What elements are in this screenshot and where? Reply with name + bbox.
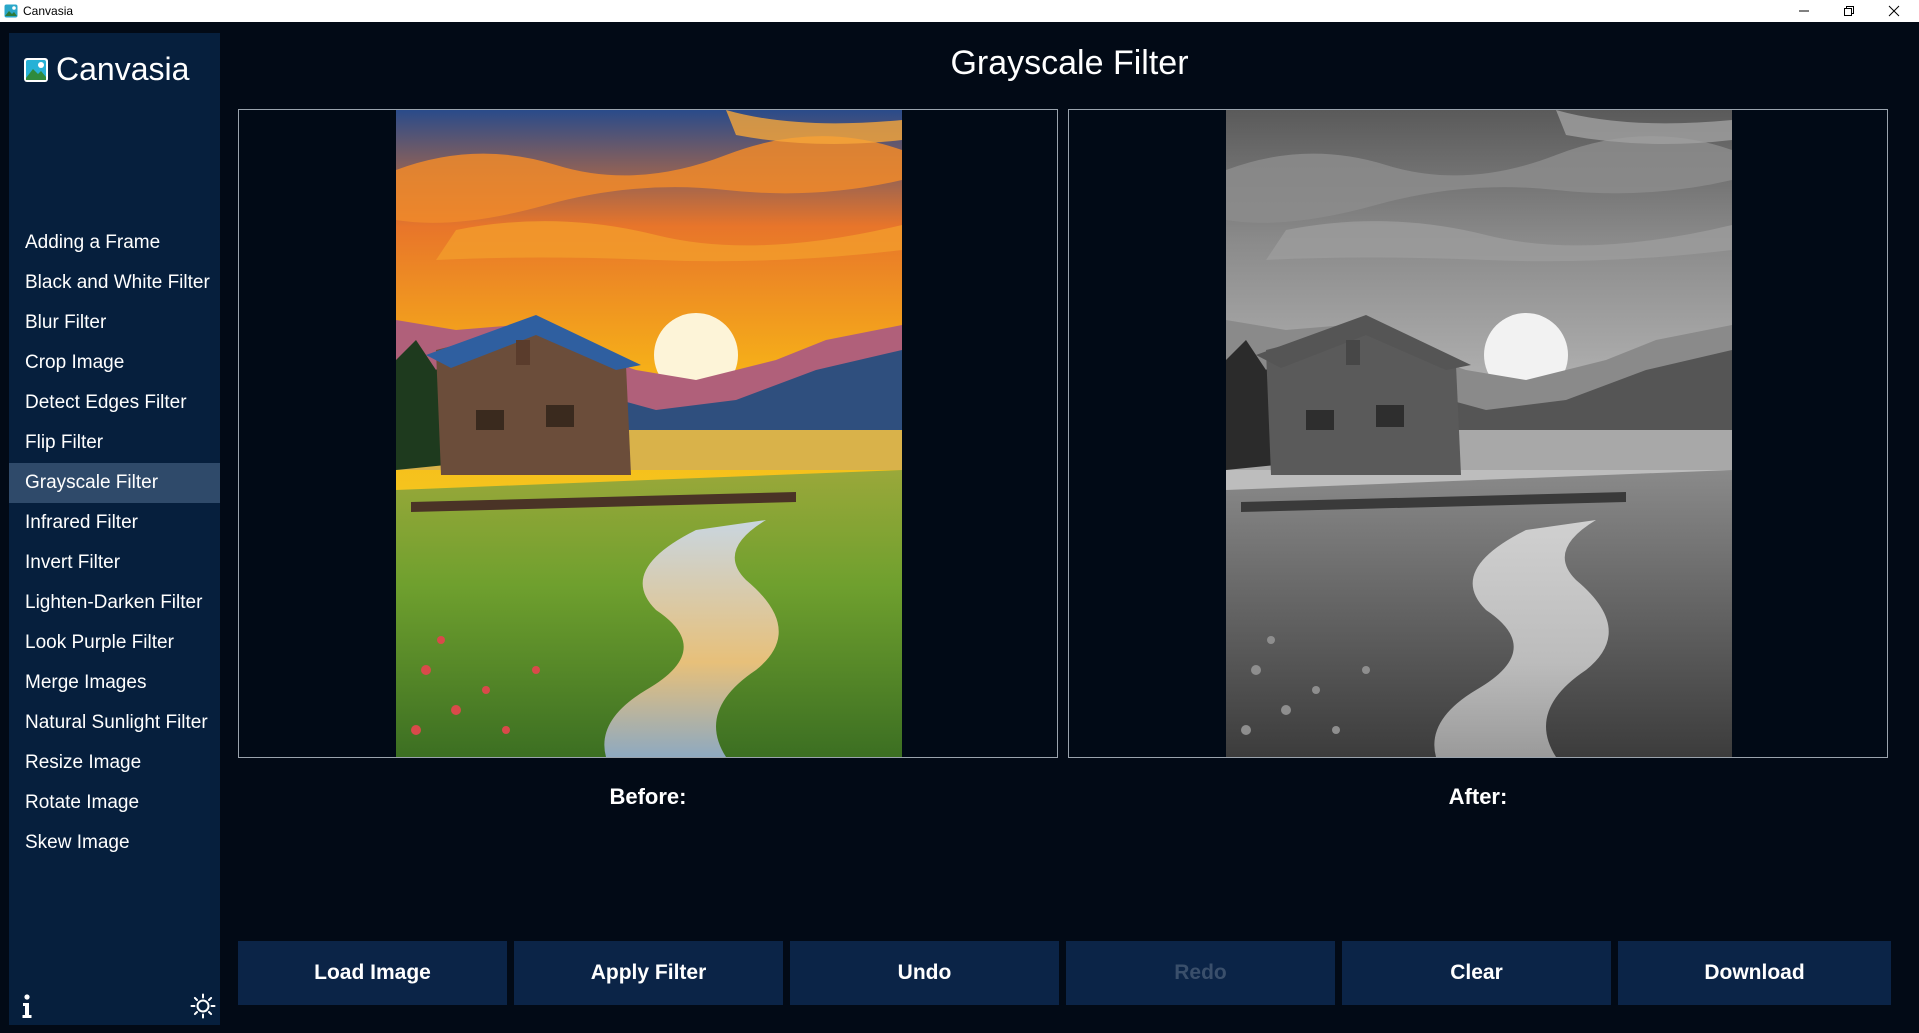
sidebar-item-lighten-darken-filter[interactable]: Lighten-Darken Filter [9,583,220,623]
filter-nav: Adding a Frame Black and White Filter Bl… [9,223,220,863]
restore-button[interactable] [1829,0,1869,22]
sidebar-item-black-and-white-filter[interactable]: Black and White Filter [9,263,220,303]
sidebar-item-adding-a-frame[interactable]: Adding a Frame [9,223,220,263]
sidebar-item-natural-sunlight-filter[interactable]: Natural Sunlight Filter [9,703,220,743]
download-button[interactable]: Download [1618,941,1891,1005]
sidebar-item-invert-filter[interactable]: Invert Filter [9,543,220,583]
redo-button[interactable]: Redo [1066,941,1335,1005]
sidebar-item-merge-images[interactable]: Merge Images [9,663,220,703]
before-image [396,110,902,757]
close-button[interactable] [1874,0,1914,22]
sidebar: Canvasia Adding a Frame Black and White … [9,33,220,1025]
close-icon [1888,5,1900,17]
sidebar-item-detect-edges-filter[interactable]: Detect Edges Filter [9,383,220,423]
sidebar-item-rotate-image[interactable]: Rotate Image [9,783,220,823]
sun-theme-icon[interactable] [190,993,216,1019]
canvasia-logo-icon [24,57,48,82]
after-label: After: [1448,784,1508,809]
brand: Canvasia [22,51,189,88]
sidebar-item-crop-image[interactable]: Crop Image [9,343,220,383]
apply-filter-button[interactable]: Apply Filter [514,941,783,1005]
after-image [1226,110,1732,757]
sidebar-item-infrared-filter[interactable]: Infrared Filter [9,503,220,543]
after-image-panel [1068,109,1888,758]
minimize-icon [1799,10,1809,12]
info-icon[interactable] [17,993,37,1019]
sidebar-item-resize-image[interactable]: Resize Image [9,743,220,783]
undo-button[interactable]: Undo [790,941,1059,1005]
sidebar-item-look-purple-filter[interactable]: Look Purple Filter [9,623,220,663]
restore-icon [1844,6,1854,16]
minimize-button[interactable] [1784,0,1824,22]
before-image-panel [238,109,1058,758]
load-image-button[interactable]: Load Image [238,941,507,1005]
sidebar-item-skew-image[interactable]: Skew Image [9,823,220,863]
window-title: Canvasia [23,4,74,18]
sidebar-item-grayscale-filter[interactable]: Grayscale Filter [9,463,220,503]
before-label: Before: [609,784,687,809]
clear-button[interactable]: Clear [1342,941,1611,1005]
page-title: Grayscale Filter [950,44,1189,82]
app-icon [4,4,18,18]
sidebar-item-flip-filter[interactable]: Flip Filter [9,423,220,463]
sidebar-item-blur-filter[interactable]: Blur Filter [9,303,220,343]
brand-name: Canvasia [56,51,190,87]
window-titlebar: Canvasia [0,0,1919,22]
